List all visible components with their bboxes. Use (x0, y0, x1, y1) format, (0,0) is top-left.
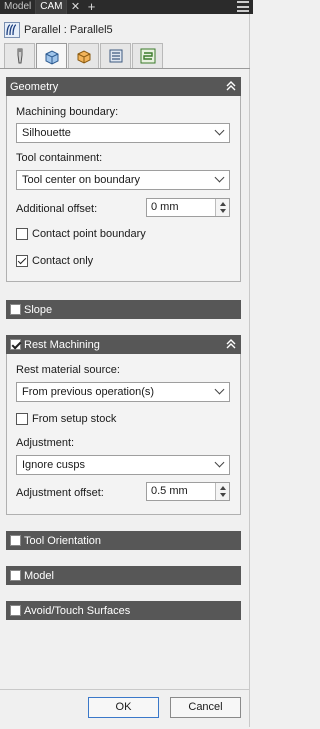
slope-checkbox[interactable] (10, 304, 21, 315)
spin-down-icon[interactable] (220, 209, 226, 213)
spin-up-icon[interactable] (220, 486, 226, 490)
checkbox-box[interactable] (16, 228, 28, 240)
avoid-touch-checkbox[interactable] (10, 605, 21, 616)
menu-icon[interactable] (237, 1, 249, 12)
cancel-button[interactable]: Cancel (170, 697, 241, 718)
dialog-title: Parallel : Parallel5 (24, 24, 113, 36)
ok-button[interactable]: OK (88, 697, 159, 718)
adjustment-value: Ignore cusps (22, 459, 85, 471)
footer-divider (0, 689, 250, 690)
rest-machining-section-title: Rest Machining (24, 338, 100, 351)
tool-orientation-checkbox[interactable] (10, 535, 21, 546)
dialog-title-bar: Parallel : Parallel5 (0, 17, 250, 43)
from-setup-stock-checkbox[interactable]: From setup stock (16, 413, 116, 425)
adjustment-select[interactable]: Ignore cusps (16, 455, 230, 475)
avoid-touch-section-header[interactable]: Avoid/Touch Surfaces (6, 601, 241, 620)
contact-point-boundary-checkbox[interactable]: Contact point boundary (16, 228, 146, 240)
document-tab-bar: Model CAM ✕ + (0, 0, 253, 14)
chevron-down-icon (214, 172, 225, 183)
tool-containment-select[interactable]: Tool center on boundary (16, 170, 230, 190)
contact-point-boundary-label: Contact point boundary (32, 228, 146, 240)
model-checkbox[interactable] (10, 570, 21, 581)
tab-geometry[interactable] (36, 43, 67, 69)
rest-material-source-label: Rest material source: (16, 364, 120, 376)
checkbox-box[interactable] (16, 255, 28, 267)
additional-offset-value: 0 mm (151, 201, 179, 213)
parallel-strategy-icon (4, 22, 20, 38)
chevron-down-icon (214, 125, 225, 136)
tab-model[interactable]: Model (0, 0, 37, 14)
slope-section-header[interactable]: Slope (6, 300, 241, 319)
tool-orientation-section-header[interactable]: Tool Orientation (6, 531, 241, 550)
geometry-section-title: Geometry (10, 80, 59, 93)
additional-offset-label: Additional offset: (16, 203, 98, 215)
tab-tool[interactable] (4, 43, 35, 68)
tool-containment-label: Tool containment: (16, 152, 103, 164)
machining-boundary-label: Machining boundary: (16, 106, 119, 118)
passes-icon (109, 49, 122, 63)
contact-only-checkbox[interactable]: Contact only (16, 255, 93, 267)
slope-section-title: Slope (24, 303, 53, 316)
geometry-section-body: Machining boundary: Silhouette Tool cont… (6, 96, 241, 282)
chevron-down-icon (214, 457, 225, 468)
contact-only-label: Contact only (32, 255, 94, 267)
adjustment-offset-field[interactable]: 0.5 mm (146, 482, 230, 501)
tool-orientation-section-title: Tool Orientation (24, 534, 102, 547)
rest-machining-section-header[interactable]: Rest Machining (6, 335, 241, 354)
add-tab-icon[interactable]: + (83, 0, 99, 14)
machining-boundary-value: Silhouette (22, 127, 71, 139)
tool-containment-value: Tool center on boundary (22, 174, 141, 186)
geometry-icon (45, 49, 58, 65)
model-section-title: Model (24, 569, 54, 582)
close-tab-icon[interactable]: ✕ (67, 0, 83, 14)
checkbox-box[interactable] (16, 413, 28, 425)
heights-icon (77, 50, 90, 64)
tool-icon (17, 48, 22, 64)
spin-down-icon[interactable] (220, 493, 226, 497)
model-section-header[interactable]: Model (6, 566, 241, 585)
collapse-icon[interactable] (225, 80, 237, 92)
tab-heights[interactable] (68, 43, 99, 68)
from-setup-stock-label: From setup stock (32, 413, 117, 425)
adjustment-offset-label: Adjustment offset: (16, 487, 104, 499)
tab-cam[interactable]: CAM (36, 0, 68, 14)
avoid-touch-section-title: Avoid/Touch Surfaces (24, 604, 131, 617)
tab-passes[interactable] (100, 43, 131, 68)
rest-material-source-value: From previous operation(s) (22, 386, 155, 398)
spin-buttons[interactable] (215, 199, 229, 216)
additional-offset-field[interactable]: 0 mm (146, 198, 230, 217)
spin-buttons[interactable] (215, 483, 229, 500)
spin-up-icon[interactable] (220, 202, 226, 206)
chevron-down-icon (214, 384, 225, 395)
adjustment-offset-value: 0.5 mm (151, 485, 188, 497)
operation-tabs (4, 43, 164, 69)
rest-machining-checkbox[interactable] (10, 339, 21, 350)
tab-linking[interactable] (132, 43, 163, 68)
machining-boundary-select[interactable]: Silhouette (16, 123, 230, 143)
linking-icon (140, 48, 155, 64)
adjustment-label: Adjustment: (16, 437, 75, 449)
rest-machining-section-body: Rest material source: From previous oper… (6, 354, 241, 515)
geometry-section-header[interactable]: Geometry (6, 77, 241, 96)
collapse-icon[interactable] (225, 338, 237, 350)
rest-material-source-select[interactable]: From previous operation(s) (16, 382, 230, 402)
tab-divider (0, 68, 250, 69)
operation-dialog: Parallel : Parallel5 Geometry Machining … (0, 14, 250, 727)
